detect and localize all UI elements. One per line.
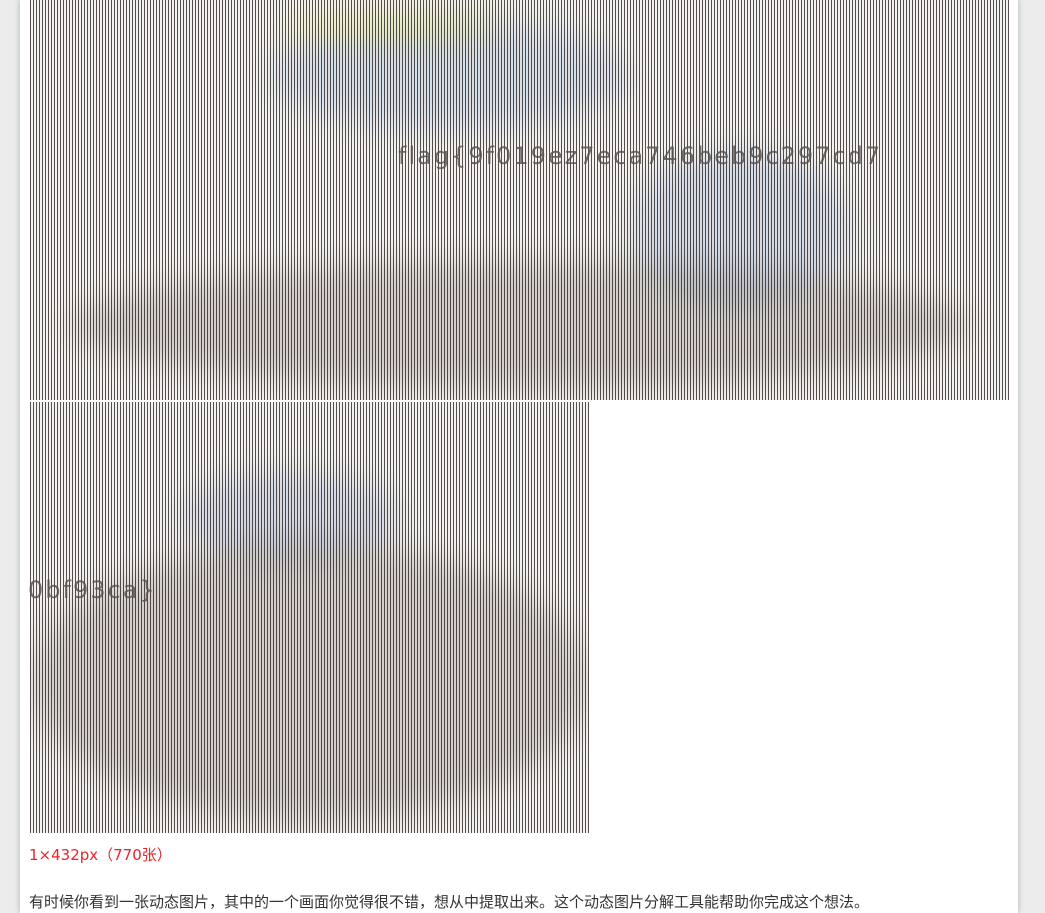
flag-text-part-1: flag{9f019ez7eca746beb9c297cd7 (398, 142, 883, 170)
scanline-pattern (30, 0, 1009, 400)
gif-frame-image-2[interactable] (30, 402, 589, 833)
flag-text-part-2: 0bf93ca} (28, 576, 157, 604)
tool-description: 有时候你看到一张动态图片，其中的一个画面你觉得很不错，想从中提取出来。这个动态图… (29, 893, 870, 911)
content-panel: flag{9f019ez7eca746beb9c297cd7 0bf93ca} … (20, 0, 1018, 913)
frame-count-caption: 1×432px（770张） (29, 846, 172, 864)
gif-frame-image-1[interactable] (30, 0, 1009, 400)
scanline-pattern (30, 402, 589, 833)
